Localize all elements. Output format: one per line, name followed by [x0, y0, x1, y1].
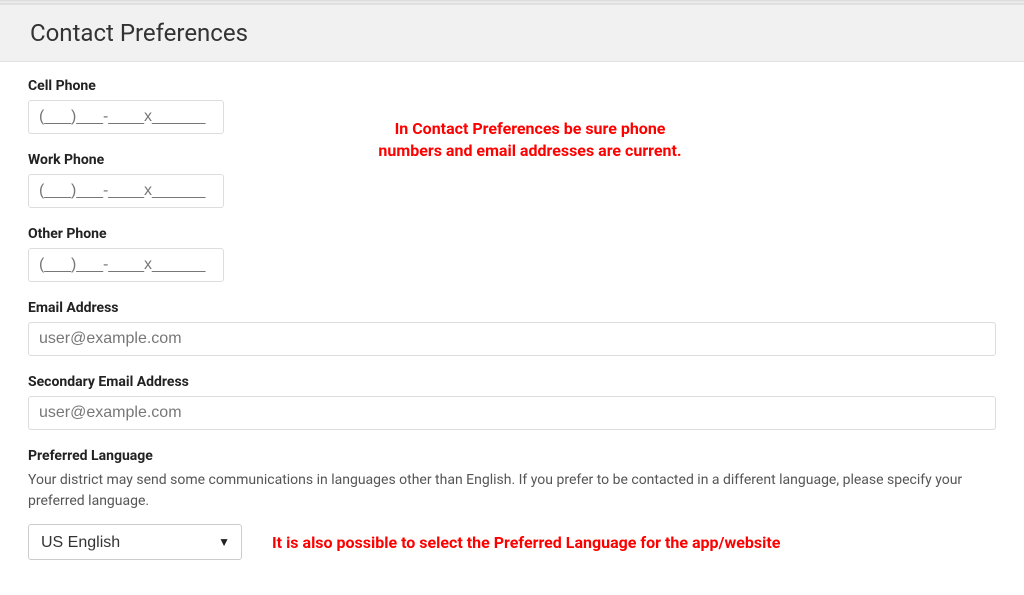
preferred-language-select[interactable]: US English: [28, 524, 242, 560]
secondary-email-group: Secondary Email Address: [28, 374, 996, 430]
work-phone-input[interactable]: [28, 174, 224, 208]
secondary-email-input[interactable]: [28, 396, 996, 430]
callout-phone-email: In Contact Preferences be sure phone num…: [370, 118, 690, 163]
panel-header: Contact Preferences: [0, 4, 1024, 62]
page-title: Contact Preferences: [30, 19, 994, 47]
email-group: Email Address: [28, 300, 996, 356]
secondary-email-label: Secondary Email Address: [28, 374, 996, 390]
callout-language: It is also possible to select the Prefer…: [272, 533, 780, 552]
cell-phone-input[interactable]: [28, 100, 224, 134]
other-phone-group: Other Phone: [28, 226, 996, 282]
preferred-language-label: Preferred Language: [28, 448, 996, 464]
email-input[interactable]: [28, 322, 996, 356]
preferred-language-help: Your district may send some communicatio…: [28, 470, 996, 512]
preferred-language-group: Preferred Language Your district may sen…: [28, 448, 996, 560]
panel-body: In Contact Preferences be sure phone num…: [0, 62, 1024, 590]
email-label: Email Address: [28, 300, 996, 316]
cell-phone-label: Cell Phone: [28, 78, 996, 94]
other-phone-input[interactable]: [28, 248, 224, 282]
other-phone-label: Other Phone: [28, 226, 996, 242]
